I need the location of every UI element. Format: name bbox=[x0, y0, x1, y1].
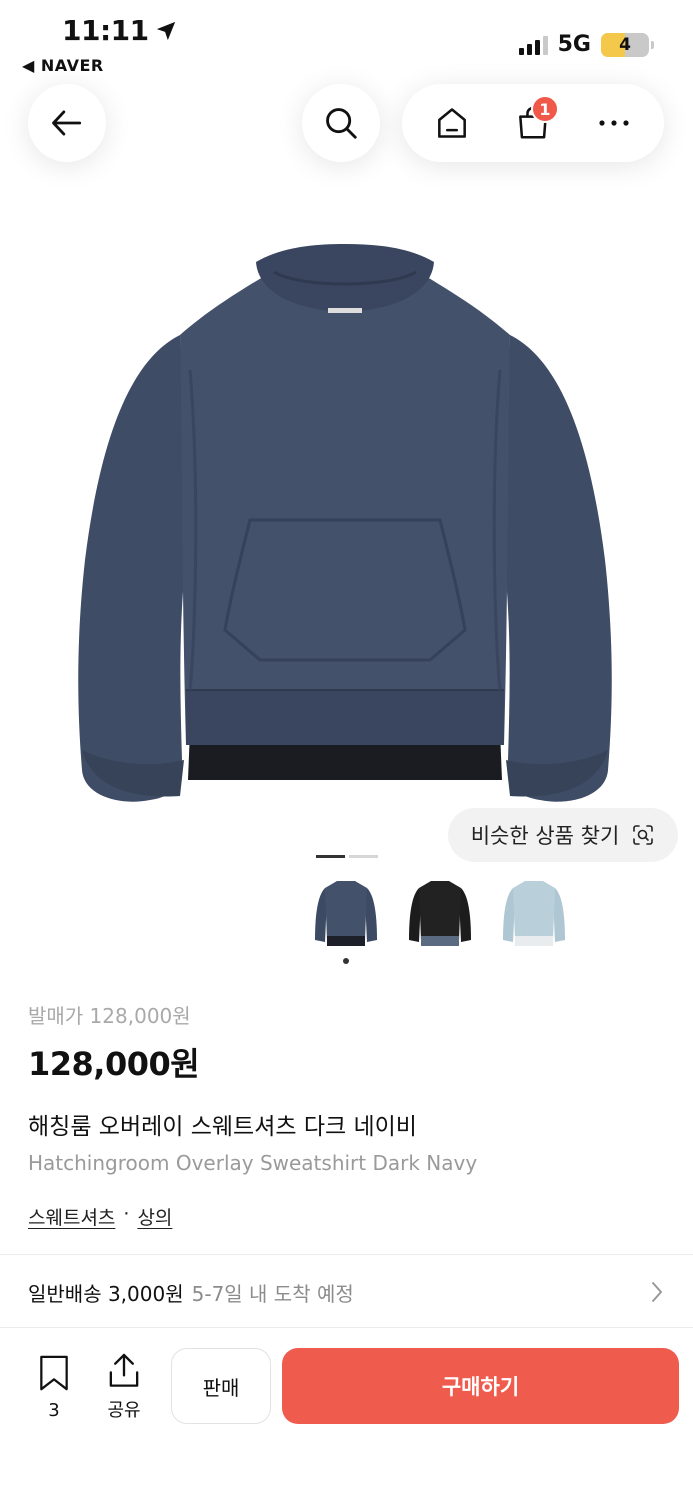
buy-label: 구매하기 bbox=[441, 1375, 520, 1399]
category-links: 스웨트셔츠 · 상의 bbox=[28, 1203, 665, 1230]
more-dots-icon bbox=[599, 120, 629, 126]
product-info: 발매가 128,000원 128,000원 해칭룸 오버레이 스웨트셔츠 다크 … bbox=[28, 1000, 665, 1230]
search-icon bbox=[326, 108, 357, 139]
battery-level: 4 bbox=[619, 34, 631, 55]
category-link-top[interactable]: 상의 bbox=[137, 1203, 172, 1230]
share-button[interactable]: 공유 bbox=[102, 1352, 146, 1422]
selected-dot bbox=[343, 958, 349, 964]
navy-sweatshirt-thumb bbox=[315, 881, 377, 946]
status-time: 11:11 bbox=[62, 14, 177, 47]
chevron-right-icon bbox=[652, 1282, 662, 1302]
share-icon bbox=[109, 1353, 139, 1387]
sell-button[interactable]: 판매 bbox=[171, 1348, 271, 1424]
product-image[interactable] bbox=[60, 240, 630, 820]
back-button[interactable] bbox=[28, 84, 106, 162]
bottom-action-bar: 3 공유 판매 구매하기 bbox=[0, 1328, 693, 1500]
category-separator: · bbox=[123, 1203, 130, 1225]
home-button[interactable] bbox=[424, 95, 480, 151]
save-button[interactable]: 3 bbox=[32, 1354, 76, 1421]
battery-icon: 4 bbox=[601, 32, 654, 57]
black-sweatshirt-thumb bbox=[409, 881, 471, 946]
find-similar-label: 비슷한 상품 찾기 bbox=[470, 824, 620, 848]
original-price: 발매가 128,000원 bbox=[28, 1004, 191, 1028]
category-link-sweatshirt[interactable]: 스웨트셔츠 bbox=[28, 1203, 115, 1230]
shipping-fee: 일반배송 3,000원 bbox=[28, 1281, 184, 1306]
more-button[interactable] bbox=[586, 95, 642, 151]
image-search-icon bbox=[633, 825, 654, 845]
bookmark-icon bbox=[40, 1355, 68, 1391]
arrow-left-icon bbox=[52, 110, 82, 136]
product-name-english: Hatchingroom Overlay Sweatshirt Dark Nav… bbox=[28, 1151, 478, 1175]
color-variant-lightblue[interactable] bbox=[494, 878, 574, 966]
buy-button[interactable]: 구매하기 bbox=[282, 1348, 679, 1424]
pager-indicator-active bbox=[316, 855, 345, 858]
home-icon bbox=[438, 108, 467, 138]
cart-count-badge: 1 bbox=[530, 95, 559, 123]
search-button[interactable] bbox=[302, 84, 380, 162]
top-nav-group: 1 bbox=[402, 84, 664, 162]
back-to-app[interactable]: ◀ NAVER bbox=[22, 56, 104, 75]
shipping-text: 일반배송 3,000원 5-7일 내 도착 예정 bbox=[28, 1278, 354, 1307]
shipping-eta: 5-7일 내 도착 예정 bbox=[191, 1281, 354, 1306]
lightblue-sweatshirt-thumb bbox=[503, 881, 565, 946]
sell-label: 판매 bbox=[202, 1375, 240, 1400]
color-variant-list bbox=[306, 878, 574, 966]
color-variant-black[interactable] bbox=[400, 878, 480, 966]
shipping-info-row[interactable]: 일반배송 3,000원 5-7일 내 도착 예정 bbox=[28, 1272, 665, 1312]
location-arrow-icon bbox=[156, 21, 175, 40]
cart-button[interactable]: 1 bbox=[505, 95, 561, 151]
find-similar-button[interactable]: 비슷한 상품 찾기 bbox=[448, 808, 678, 862]
image-pager bbox=[316, 855, 378, 858]
back-app-label: NAVER bbox=[40, 56, 104, 75]
save-count: 3 bbox=[48, 1400, 60, 1421]
share-label: 공유 bbox=[107, 1400, 141, 1421]
product-name-korean: 해칭룸 오버레이 스웨트셔츠 다크 네이비 bbox=[28, 1114, 417, 1140]
time-text: 11:11 bbox=[62, 14, 149, 47]
divider bbox=[0, 1254, 693, 1255]
status-indicators: 5G 4 bbox=[518, 32, 654, 57]
product-detail-page: 11:11 ◀ NAVER 5G 4 1 비슷한 상품 찾기 발매가 128,0… bbox=[0, 0, 693, 1500]
color-variant-navy[interactable] bbox=[306, 878, 386, 966]
current-price: 128,000원 bbox=[28, 1045, 200, 1083]
signal-icon bbox=[518, 35, 548, 55]
network-label: 5G bbox=[557, 32, 591, 57]
pager-indicator bbox=[349, 855, 378, 858]
